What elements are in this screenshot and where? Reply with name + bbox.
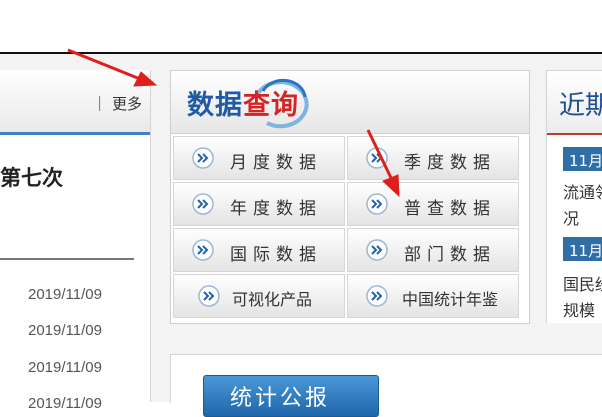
annotation-arrows — [67, 48, 400, 198]
arrow-icon — [67, 48, 158, 87]
arrow-icon — [366, 129, 400, 198]
